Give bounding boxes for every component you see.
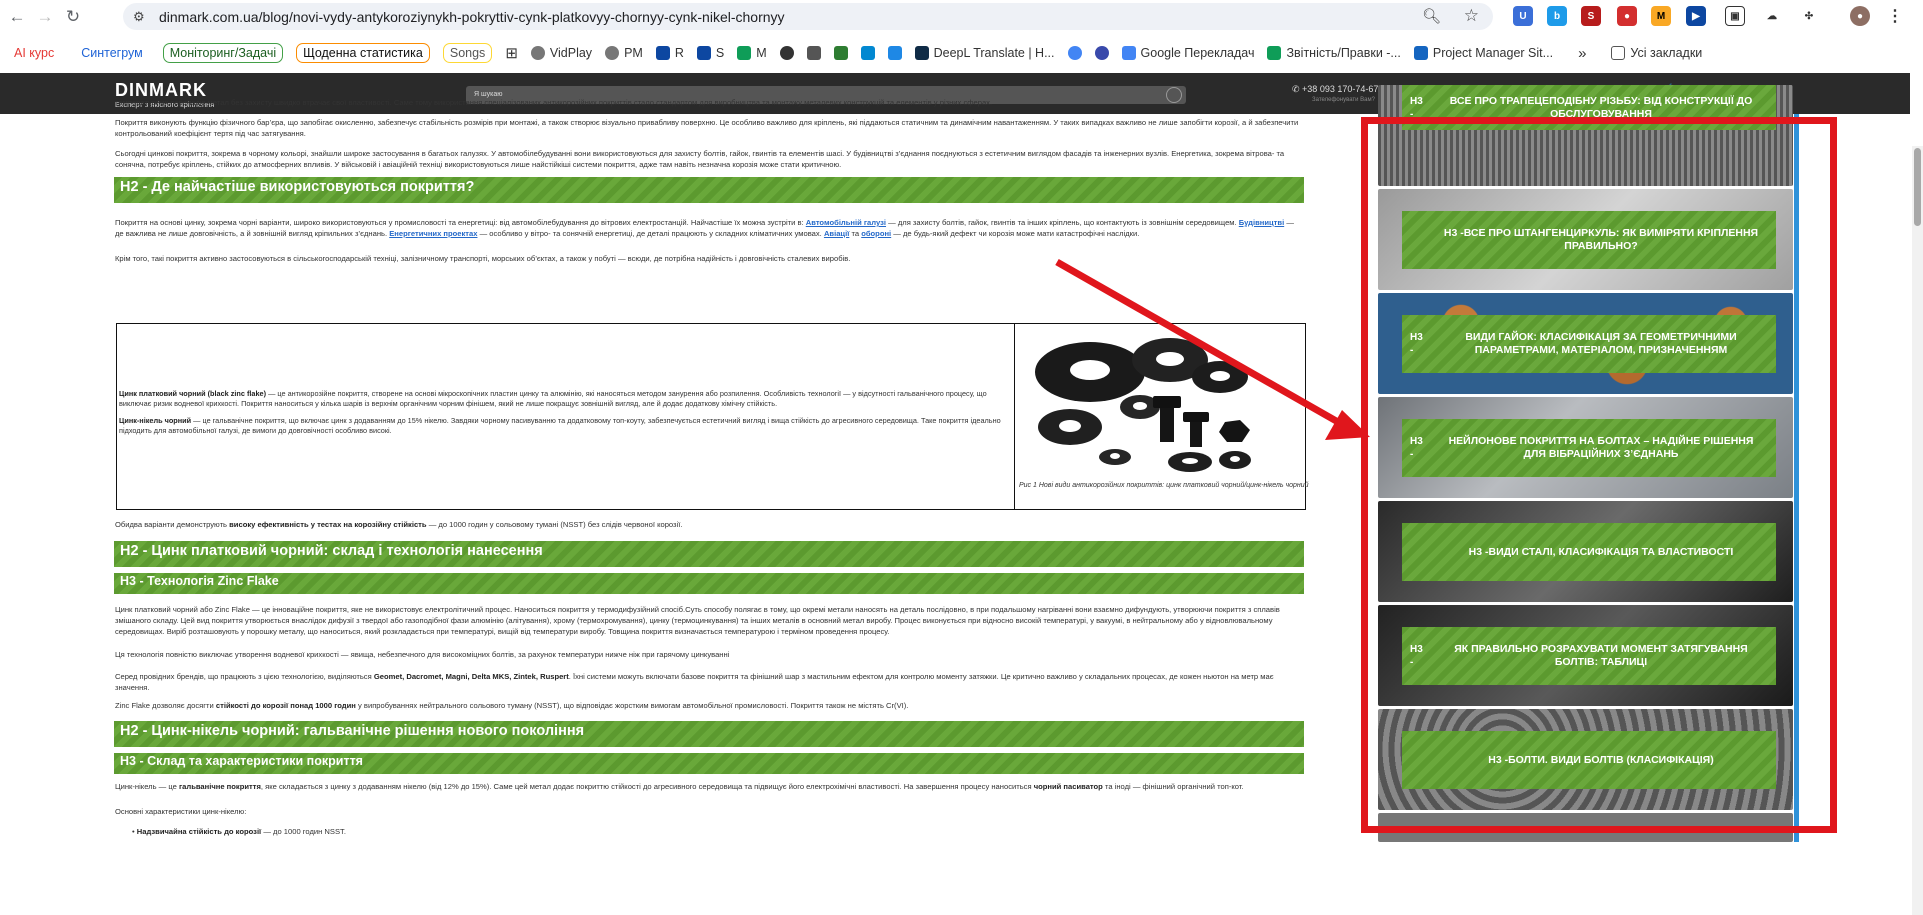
arrow-shaft [1055, 258, 1340, 426]
annotation-arrow [1055, 258, 1370, 440]
